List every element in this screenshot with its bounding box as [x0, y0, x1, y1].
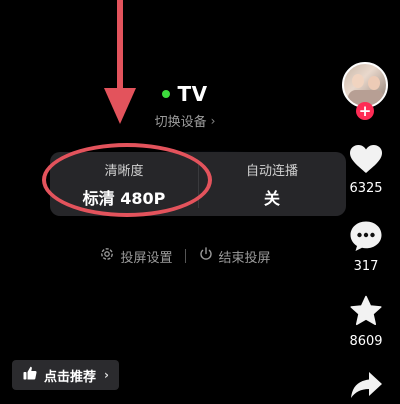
cast-settings-button[interactable]: 投屏设置	[99, 246, 173, 266]
autoplay-label: 自动连播	[245, 163, 298, 179]
action-separator	[184, 249, 186, 263]
avatar-face	[352, 74, 364, 88]
heart-icon	[349, 144, 383, 178]
chevron-right-icon: ›	[210, 113, 216, 128]
star-icon	[349, 295, 383, 331]
autoplay-setting[interactable]: 自动连播 关	[198, 152, 346, 216]
cast-actions: 投屏设置 结束投屏	[0, 246, 370, 266]
avatar-face	[368, 76, 380, 90]
end-cast-button[interactable]: 结束投屏	[198, 246, 271, 266]
comment-count: 317	[353, 259, 379, 274]
recommend-label: 点击推荐	[44, 369, 97, 385]
device-name: TV	[177, 82, 208, 106]
comment-icon	[349, 220, 383, 256]
end-cast-label: 结束投屏	[218, 250, 271, 266]
recommend-button[interactable]: 点击推荐 ›	[12, 360, 119, 390]
follow-button[interactable]: +	[356, 102, 374, 120]
annotation-circle	[42, 143, 212, 217]
like-button[interactable]: 6325	[340, 144, 392, 196]
like-count: 6325	[349, 181, 383, 196]
thumbs-up-icon	[22, 365, 38, 385]
switch-device-label: 切换设备	[154, 115, 207, 130]
cast-settings-label: 投屏设置	[120, 250, 173, 266]
favorite-count: 8609	[349, 334, 383, 349]
share-button[interactable]	[340, 370, 392, 404]
autoplay-value: 关	[263, 188, 280, 208]
connected-status-dot	[162, 90, 171, 98]
gear-icon	[99, 246, 115, 266]
chevron-right-icon: ›	[104, 368, 109, 382]
cast-device-header: TV	[0, 82, 370, 106]
annotation-arrow	[104, 0, 136, 124]
power-icon	[198, 246, 214, 266]
comment-button[interactable]: 317	[340, 220, 392, 274]
switch-device-link[interactable]: 切换设备 ›	[0, 111, 370, 131]
favorite-button[interactable]: 8609	[340, 295, 392, 349]
share-icon	[349, 370, 383, 404]
